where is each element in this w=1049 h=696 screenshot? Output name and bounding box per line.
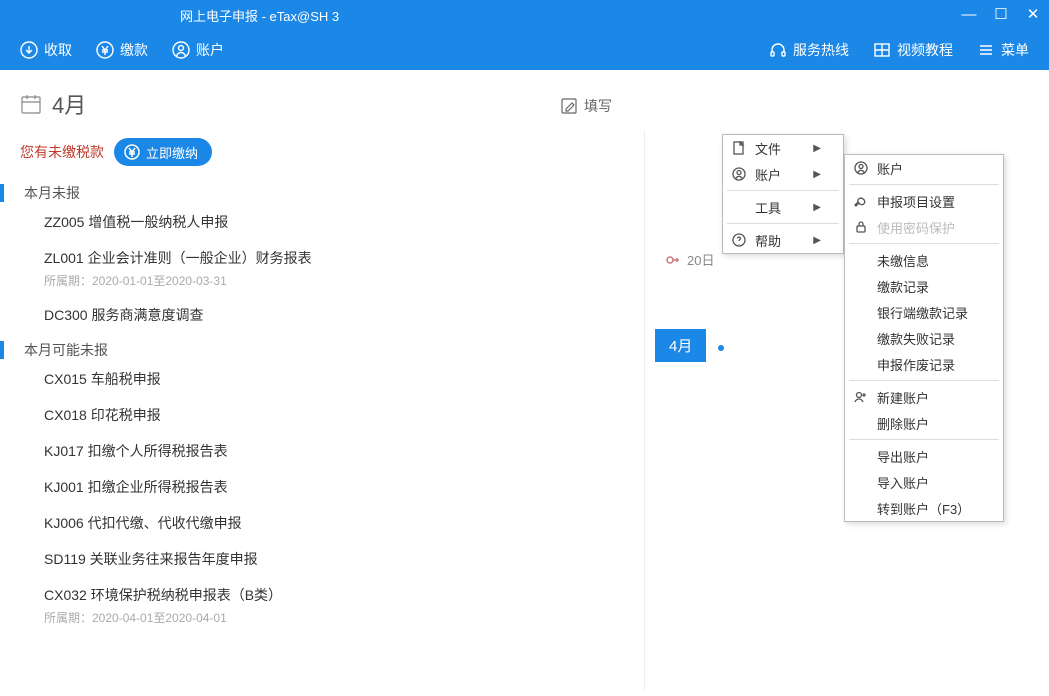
item-name: ZZ005 增值税一般纳税人申报	[44, 212, 620, 232]
pay-now-label: 立即缴纳	[146, 143, 198, 162]
video-label: 视频教程	[897, 40, 953, 60]
month-header: 4月	[20, 88, 620, 120]
account-submenu: 账户 申报项目设置 使用密码保护 未缴信息 缴款记录 银行端缴款记录 缴款失败记…	[844, 154, 1004, 522]
edit-button[interactable]: 填写	[560, 96, 612, 116]
key-icon	[665, 253, 679, 267]
submenu-void-records[interactable]: 申报作废记录	[845, 351, 1003, 377]
hotline-button[interactable]: 服务热线	[757, 30, 861, 70]
menu-file[interactable]: 文件▶	[723, 135, 843, 161]
section2-header: 本月可能未报	[0, 341, 620, 359]
edit-icon	[560, 97, 578, 115]
submenu-export-account[interactable]: 导出账户	[845, 443, 1003, 469]
item-name: SD119 关联业务往来报告年度申报	[44, 549, 620, 569]
item-name: KJ006 代扣代缴、代收代缴申报	[44, 513, 620, 533]
grid-icon	[873, 41, 891, 59]
month-badge[interactable]: 4月	[655, 329, 706, 362]
hamburger-icon	[977, 41, 995, 59]
video-button[interactable]: 视频教程	[861, 30, 965, 70]
calendar-icon	[20, 93, 42, 115]
headset-icon	[769, 41, 787, 59]
account-label: 账户	[196, 40, 224, 60]
yen-icon	[96, 41, 114, 59]
wrench-icon	[854, 194, 868, 208]
list-item[interactable]: CX032 环境保护税纳税申报表（B类） 所属期：2020-04-01至2020-…	[44, 585, 620, 626]
collect-label: 收取	[44, 40, 72, 60]
submenu-import-account[interactable]: 导入账户	[845, 469, 1003, 495]
yen-icon	[124, 144, 140, 160]
submenu-unpaid-info[interactable]: 未缴信息	[845, 247, 1003, 273]
submenu-account[interactable]: 账户	[845, 155, 1003, 181]
menu-label: 菜单	[1001, 40, 1029, 60]
item-period: 所属期：2020-01-01至2020-03-31	[44, 272, 620, 289]
list-item[interactable]: CX015 车船税申报	[44, 369, 620, 389]
list-item[interactable]: CX018 印花税申报	[44, 405, 620, 425]
item-name: CX032 环境保护税纳税申报表（B类）	[44, 585, 620, 605]
submenu-new-account[interactable]: 新建账户	[845, 384, 1003, 410]
window-title: 网上电子申报 - eTax@SH 3	[180, 6, 339, 25]
titlebar: 网上电子申报 - eTax@SH 3 — ☐ ✕	[0, 0, 1049, 30]
submenu-pay-records[interactable]: 缴款记录	[845, 273, 1003, 299]
list-item[interactable]: KJ017 扣缴个人所得税报告表	[44, 441, 620, 461]
minimize-button[interactable]: —	[953, 0, 985, 30]
submenu-del-account[interactable]: 删除账户	[845, 410, 1003, 436]
notice-row: 您有未缴税款 立即缴纳	[20, 138, 620, 166]
content-area: 4月 您有未缴税款 立即缴纳 本月未报 ZZ005 增值税一般纳税人申报 ZL00…	[0, 70, 1049, 696]
list-item[interactable]: KJ001 扣缴企业所得税报告表	[44, 477, 620, 497]
item-name: KJ001 扣缴企业所得税报告表	[44, 477, 620, 497]
item-name: KJ017 扣缴个人所得税报告表	[44, 441, 620, 461]
notice-text: 您有未缴税款	[20, 142, 104, 162]
pay-now-button[interactable]: 立即缴纳	[114, 138, 212, 166]
submenu-switch-account[interactable]: 转到账户（F3）	[845, 495, 1003, 521]
due-label: 20日	[687, 250, 714, 269]
maximize-button[interactable]: ☐	[985, 0, 1017, 30]
main-menu-dropdown: 文件▶ 账户▶ 工具▶ 帮助▶	[722, 134, 844, 254]
item-period: 所属期：2020-04-01至2020-04-01	[44, 609, 620, 626]
pay-button[interactable]: 缴款	[84, 30, 160, 70]
month-label: 4月	[52, 88, 86, 120]
account-button[interactable]: 账户	[160, 30, 236, 70]
list-item[interactable]: ZL001 企业会计准则（一般企业）财务报表所属期：2020-01-01至202…	[44, 248, 620, 289]
user-plus-icon	[854, 390, 868, 404]
list-item[interactable]: SD119 关联业务往来报告年度申报	[44, 549, 620, 569]
main-page: 4月 您有未缴税款 立即缴纳 本月未报 ZZ005 增值税一般纳税人申报 ZL00…	[0, 70, 640, 660]
dot-indicator	[718, 345, 724, 351]
hotline-label: 服务热线	[793, 40, 849, 60]
section1-header: 本月未报	[0, 184, 620, 202]
close-button[interactable]: ✕	[1017, 0, 1049, 30]
menu-button[interactable]: 菜单	[965, 30, 1041, 70]
submenu-bank-records[interactable]: 银行端缴款记录	[845, 299, 1003, 325]
item-name: DC300 服务商满意度调查	[44, 305, 620, 325]
menu-help[interactable]: 帮助▶	[723, 227, 843, 253]
help-icon	[732, 233, 746, 247]
submenu-pwd-protect: 使用密码保护	[845, 214, 1003, 240]
pay-label: 缴款	[120, 40, 148, 60]
list-item[interactable]: DC300 服务商满意度调查	[44, 305, 620, 325]
user-icon	[732, 167, 746, 181]
edit-label: 填写	[584, 96, 612, 116]
item-name: CX015 车船税申报	[44, 369, 620, 389]
collect-button[interactable]: 收取	[8, 30, 84, 70]
item-name: CX018 印花税申报	[44, 405, 620, 425]
submenu-proj-settings[interactable]: 申报项目设置	[845, 188, 1003, 214]
file-icon	[732, 141, 746, 155]
user-icon	[172, 41, 190, 59]
toolbar: 收取 缴款 账户 服务热线 视频教程 菜单	[0, 30, 1049, 70]
menu-account[interactable]: 账户▶	[723, 161, 843, 187]
list-item[interactable]: KJ006 代扣代缴、代收代缴申报	[44, 513, 620, 533]
submenu-fail-records[interactable]: 缴款失败记录	[845, 325, 1003, 351]
lock-icon	[854, 220, 868, 234]
download-icon	[20, 41, 38, 59]
user-icon	[854, 161, 868, 175]
item-name: ZL001 企业会计准则（一般企业）财务报表	[44, 248, 620, 268]
list-item[interactable]: ZZ005 增值税一般纳税人申报	[44, 212, 620, 232]
menu-tools[interactable]: 工具▶	[723, 194, 843, 220]
